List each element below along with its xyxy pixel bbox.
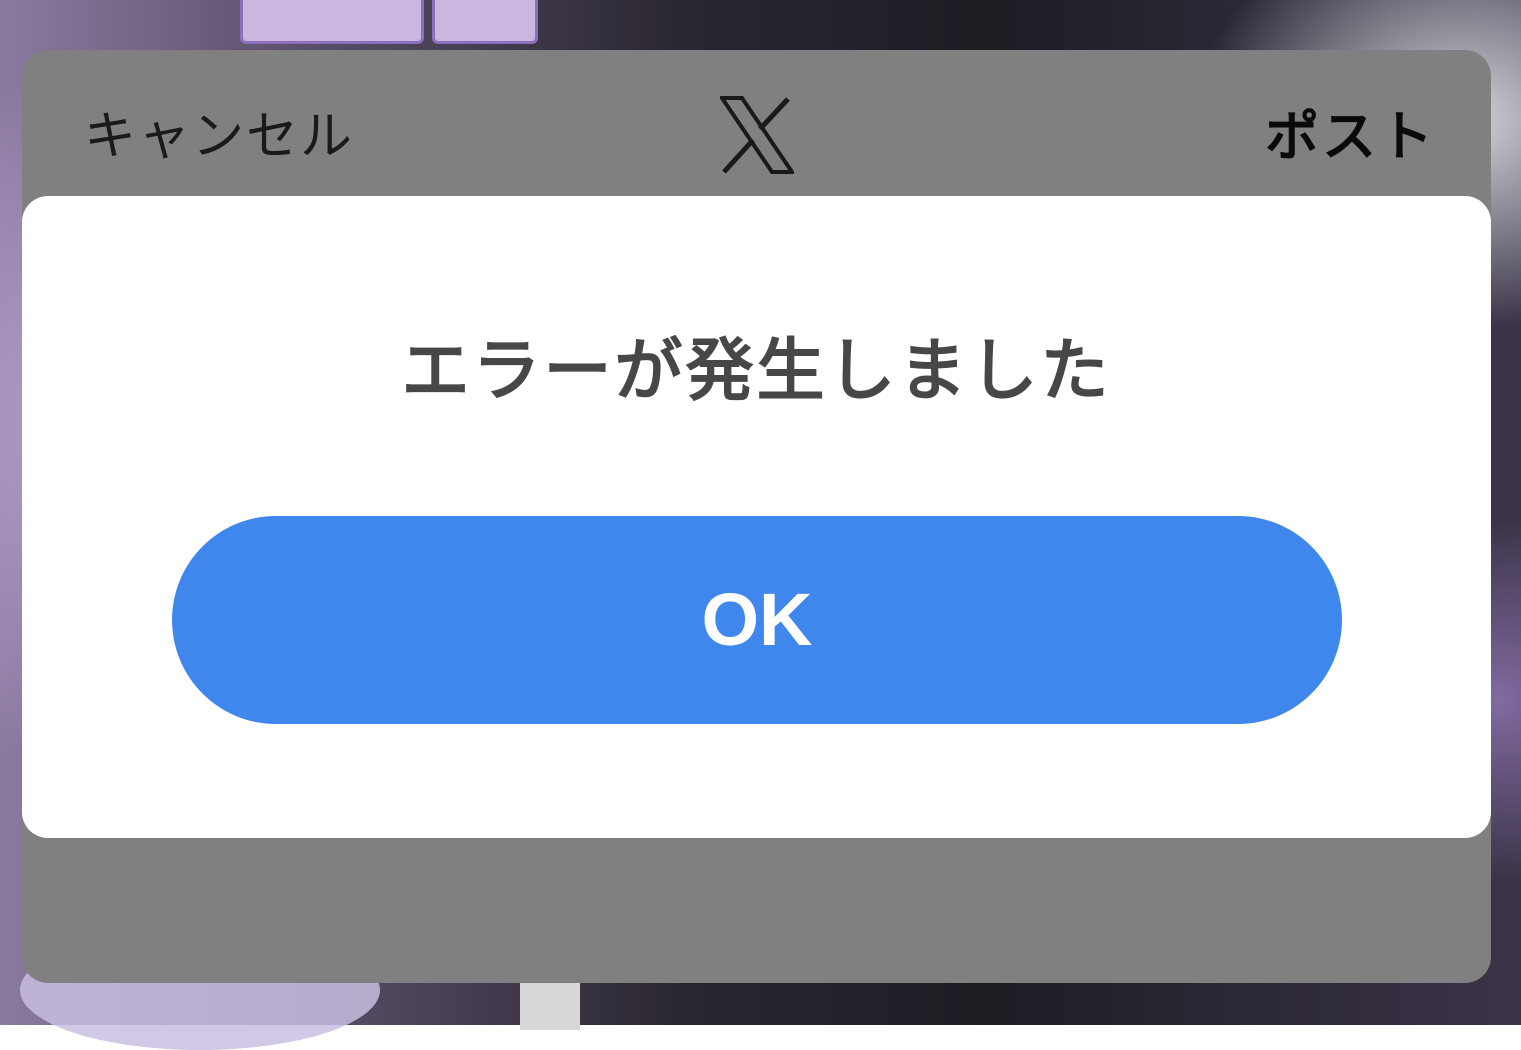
ok-button[interactable]: OK — [172, 516, 1342, 724]
error-alert-dialog: エラーが発生しました OK — [22, 196, 1491, 838]
compose-header: キャンセル ポスト — [22, 50, 1491, 195]
alert-message: エラーが発生しました — [401, 332, 1112, 411]
cancel-button[interactable]: キャンセル — [84, 102, 354, 172]
x-logo-icon — [720, 96, 794, 174]
background-tile — [240, 0, 424, 44]
background-tile — [432, 0, 538, 44]
post-button[interactable]: ポスト — [1265, 102, 1436, 172]
